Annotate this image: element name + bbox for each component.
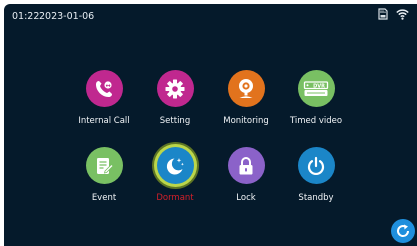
lock-button[interactable]: Lock	[206, 147, 286, 203]
dormant-button[interactable]: Dormant	[135, 147, 215, 203]
svg-text:↔: ↔	[105, 82, 110, 89]
wifi-icon	[396, 8, 409, 20]
standby-label: Standby	[298, 193, 334, 203]
event-label: Event	[91, 193, 117, 203]
status-bar: 01:22 2023-01-06	[4, 4, 417, 26]
status-date: 2023-01-06	[39, 11, 95, 22]
gear-icon	[156, 70, 194, 107]
internal-call-button[interactable]: ↔ Internal Call	[64, 70, 144, 126]
event-button[interactable]: Event	[64, 147, 144, 203]
monitoring-label: Monitoring	[223, 116, 269, 126]
phone-icon: ↔	[85, 70, 123, 107]
status-icons	[378, 8, 409, 20]
notepad-icon	[85, 147, 123, 184]
status-time: 01:22	[12, 11, 40, 22]
internal-call-label: Internal Call	[78, 116, 130, 126]
webcam-icon	[227, 70, 265, 107]
lock-label: Lock	[236, 193, 256, 203]
monitoring-button[interactable]: Monitoring	[206, 70, 286, 126]
power-icon	[297, 147, 335, 184]
svg-text:DVR: DVR	[313, 83, 325, 89]
padlock-icon	[227, 147, 265, 184]
refresh-icon	[397, 224, 410, 237]
setting-label: Setting	[159, 116, 191, 126]
sd-card-icon	[378, 8, 388, 20]
dormant-label: Dormant	[156, 193, 194, 203]
dvr-icon: DVR	[297, 70, 335, 107]
home-screen: 01:22 2023-01-06 ↔ Internal Call Setting…	[4, 4, 417, 246]
timed-video-button[interactable]: DVR Timed video	[276, 70, 356, 126]
standby-button[interactable]: Standby	[276, 147, 356, 203]
timed-video-label: Timed video	[289, 116, 343, 126]
moon-stars-icon	[156, 147, 194, 184]
refresh-button[interactable]	[391, 219, 415, 243]
setting-button[interactable]: Setting	[135, 70, 215, 126]
